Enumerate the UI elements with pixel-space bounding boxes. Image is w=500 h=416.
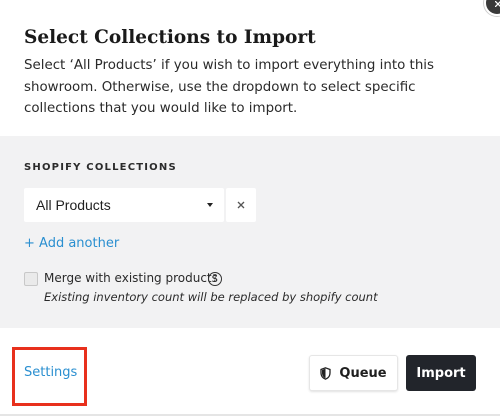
add-another-link[interactable]: + Add another	[24, 236, 119, 251]
collections-panel: SHOPIFY COLLECTIONS All Products + Add a…	[0, 136, 500, 328]
modal-title: Select Collections to Import	[24, 27, 316, 48]
collection-select-value: All Products	[36, 197, 111, 213]
collection-select[interactable]: All Products	[24, 188, 224, 222]
import-label: Import	[416, 365, 466, 381]
shield-icon	[320, 366, 332, 380]
modal-description: Select ‘All Products’ if you wish to imp…	[24, 58, 434, 116]
import-button[interactable]: Import	[406, 355, 476, 391]
close-x-icon	[237, 201, 245, 209]
question-circle-icon[interactable]: ?	[208, 272, 222, 286]
modal-header: Select Collections to Import Select ‘All…	[0, 0, 500, 136]
close-icon	[495, 1, 500, 7]
merge-label: Merge with existing products	[44, 271, 218, 285]
merge-note: Existing inventory count will be replace…	[44, 290, 378, 304]
section-label: SHOPIFY COLLECTIONS	[24, 162, 177, 173]
merge-checkbox[interactable]	[24, 272, 38, 286]
queue-button[interactable]: Queue	[309, 355, 398, 391]
queue-label: Queue	[339, 365, 387, 381]
caret-down-icon	[207, 203, 213, 207]
settings-link[interactable]: Settings	[24, 365, 77, 380]
remove-collection-button[interactable]	[226, 188, 256, 222]
